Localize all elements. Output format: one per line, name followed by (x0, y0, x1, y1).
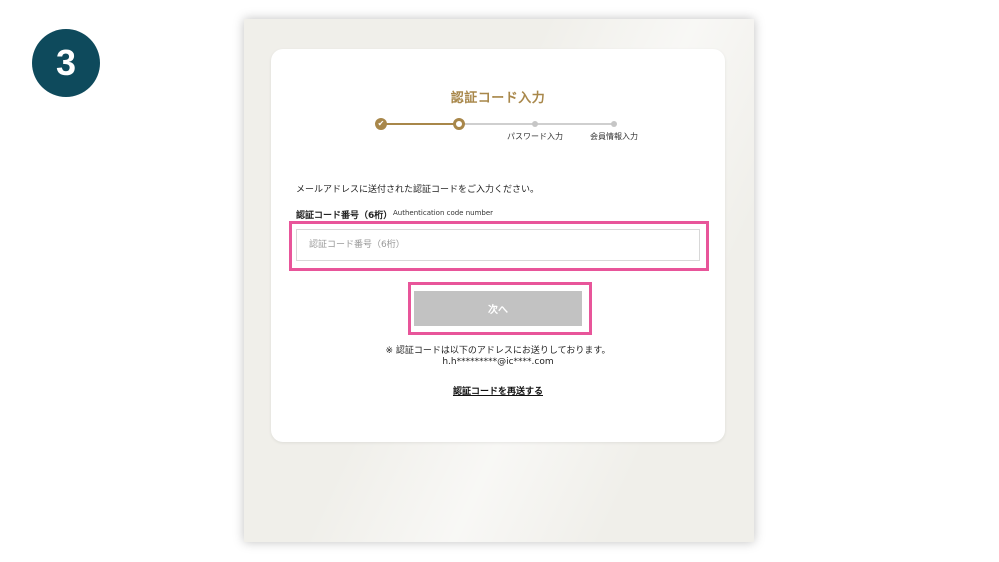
resend-code-link[interactable]: 認証コードを再送する (271, 384, 725, 397)
input-highlight-box (289, 221, 709, 271)
stepper-line-completed (381, 123, 459, 125)
button-highlight-box (408, 282, 592, 335)
step-label-password: パスワード入力 (507, 132, 563, 141)
progress-stepper: ✔ パスワード入力 会員情報入力 (375, 117, 638, 147)
sent-notice: ※ 認証コードは以下のアドレスにお送りしております。 (385, 346, 611, 356)
code-field-sublabel: Authentication code number (393, 209, 494, 217)
step-4-dot (611, 121, 617, 127)
code-field-label: 認証コード番号（6桁） (296, 211, 393, 221)
phone-screen: 認証コード入力 ✔ パスワード入力 会員情報入力 メールアドレスに送付された認証… (244, 19, 754, 542)
step-2-current-dot (453, 118, 465, 130)
page-title: 認証コード入力 (450, 91, 546, 106)
verification-card: 認証コード入力 ✔ パスワード入力 会員情報入力 メールアドレスに送付された認証… (271, 49, 725, 442)
step-number-badge: 3 (32, 29, 100, 97)
step-label-member-info: 会員情報入力 (590, 132, 638, 141)
step-1-check-icon: ✔ (375, 118, 387, 130)
instruction-text: メールアドレスに送付された認証コードをご入力ください。 (296, 185, 540, 195)
masked-email: h.h*********@ic****.com (442, 357, 554, 367)
step-3-dot (532, 121, 538, 127)
